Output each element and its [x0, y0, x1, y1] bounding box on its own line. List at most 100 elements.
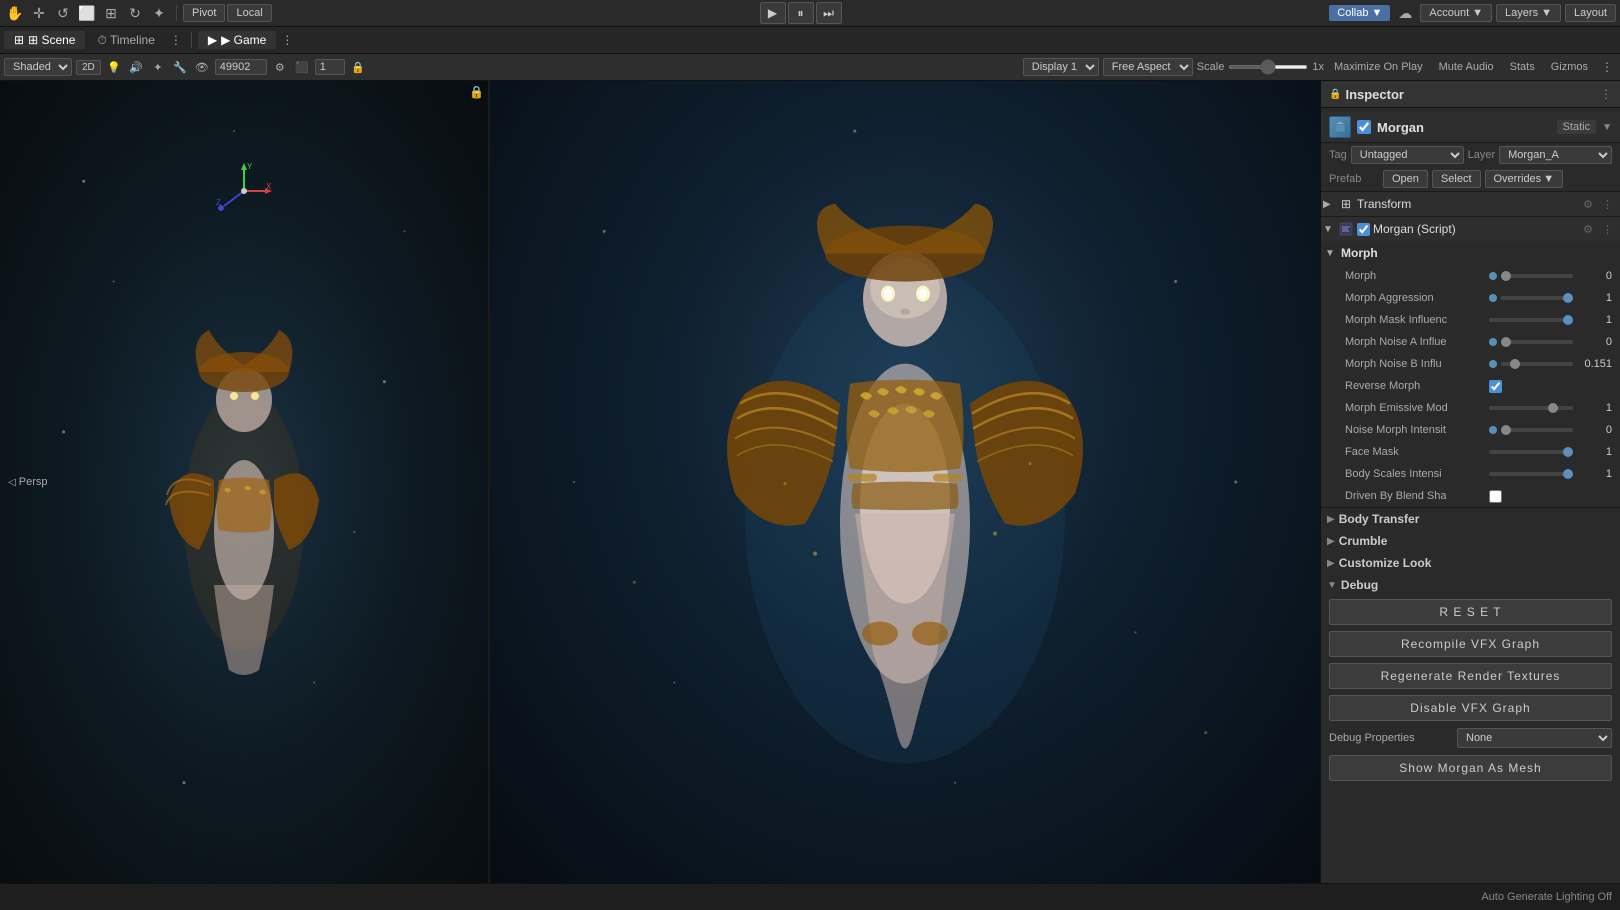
- prop-dot-1: [1489, 294, 1497, 302]
- script-active-checkbox[interactable]: [1357, 223, 1370, 236]
- prop-row-6: Morph Emissive Mod1: [1321, 397, 1620, 419]
- morph-section-header[interactable]: ▼ Morph: [1321, 241, 1620, 265]
- prefab-select-button[interactable]: Select: [1432, 170, 1481, 188]
- display-select[interactable]: Display 1: [1023, 58, 1099, 76]
- move-tool-icon[interactable]: ✛: [28, 2, 50, 24]
- prop-slider-container-0: [1489, 272, 1573, 280]
- prop-slider-0[interactable]: [1501, 274, 1573, 278]
- prefab-open-button[interactable]: Open: [1383, 170, 1428, 188]
- prop-label-6: Morph Emissive Mod: [1345, 402, 1485, 414]
- recompile-button[interactable]: Recompile VFX Graph: [1329, 631, 1612, 657]
- rect-tool-icon[interactable]: ⬜: [76, 2, 98, 24]
- transform-settings-icon[interactable]: ⚙: [1580, 197, 1596, 212]
- game-canvas: [490, 81, 1320, 883]
- layer-select[interactable]: Morgan_A: [1499, 146, 1612, 164]
- local-label: Local: [236, 7, 262, 19]
- scene-tools-icon[interactable]: 🔧: [171, 58, 189, 76]
- prop-slider-3[interactable]: [1501, 340, 1573, 344]
- pivot-button[interactable]: Pivot: [183, 4, 225, 22]
- debug-section[interactable]: ▼ Debug: [1321, 574, 1620, 596]
- scale-tool-icon[interactable]: ⊞: [100, 2, 122, 24]
- prop-row-3: Morph Noise A Influe0: [1321, 331, 1620, 353]
- aspect-select[interactable]: Free Aspect: [1103, 58, 1193, 76]
- overrides-button[interactable]: Overrides ▼: [1485, 170, 1564, 188]
- prop-slider-4[interactable]: [1501, 362, 1573, 366]
- prop-label-2: Morph Mask Influenc: [1345, 314, 1485, 326]
- body-transfer-arrow: ▶: [1327, 514, 1335, 525]
- prop-value-0: 0: [1577, 270, 1612, 282]
- prop-checkbox-5[interactable]: [1489, 380, 1502, 393]
- stats-button[interactable]: Stats: [1504, 60, 1541, 74]
- shaded-select[interactable]: Shaded: [4, 58, 72, 76]
- show-morgan-button[interactable]: Show Morgan As Mesh: [1329, 755, 1612, 781]
- layers-label: Layers: [1505, 7, 1538, 19]
- prop-label-10: Driven By Blend Sha: [1345, 490, 1485, 502]
- script-settings-icon[interactable]: ⚙: [1580, 222, 1596, 237]
- account-button[interactable]: Account ▼: [1420, 4, 1492, 22]
- prop-slider-1[interactable]: [1501, 296, 1573, 300]
- scale-slider[interactable]: [1228, 65, 1308, 69]
- collab-button[interactable]: Collab ▼: [1329, 5, 1390, 21]
- layout-button[interactable]: Layout: [1565, 4, 1616, 22]
- debug-properties-row: Debug Properties None: [1321, 724, 1620, 752]
- reset-button[interactable]: R E S E T: [1329, 599, 1612, 625]
- game-tab[interactable]: ▶ ▶ Game: [198, 31, 276, 49]
- inspector-menu-icon[interactable]: ⋮: [1600, 87, 1612, 101]
- body-transfer-section[interactable]: ▶ Body Transfer: [1321, 508, 1620, 530]
- timeline-tab[interactable]: ⏱ Timeline: [87, 31, 164, 50]
- static-chevron[interactable]: ▼: [1602, 122, 1612, 133]
- refresh-icon[interactable]: ↺: [52, 2, 74, 24]
- transform-more-icon[interactable]: ⋮: [1599, 197, 1616, 212]
- script-more-icon[interactable]: ⋮: [1599, 222, 1616, 237]
- scene-viewport[interactable]: Y X Z: [0, 81, 490, 883]
- prop-slider-8[interactable]: [1489, 450, 1573, 454]
- step-button[interactable]: ⏭: [816, 2, 842, 24]
- count-field[interactable]: [215, 59, 267, 75]
- combined-tool-icon[interactable]: ✦: [148, 2, 170, 24]
- gizmos-button[interactable]: Gizmos: [1545, 60, 1594, 74]
- game-more-button[interactable]: ⋮: [278, 31, 296, 49]
- scene-more-button[interactable]: ⋮: [167, 31, 185, 49]
- tag-select[interactable]: Untagged: [1351, 146, 1464, 164]
- fx-icon[interactable]: ✦: [149, 58, 167, 76]
- scene-tab[interactable]: ⊞ ⊞ Scene: [4, 31, 85, 49]
- toolbar-more[interactable]: ⋮: [1598, 58, 1616, 76]
- step-icon[interactable]: ⬛: [293, 58, 311, 76]
- crumble-section[interactable]: ▶ Crumble: [1321, 530, 1620, 552]
- 2d-button[interactable]: 2D: [76, 60, 101, 75]
- transform-header[interactable]: ▶ ⊞ Transform ⚙ ⋮: [1321, 192, 1620, 216]
- prop-checkbox-10[interactable]: [1489, 490, 1502, 503]
- local-button[interactable]: Local: [227, 4, 271, 22]
- prop-slider-2[interactable]: [1489, 318, 1573, 322]
- pause-button[interactable]: ⏸: [788, 2, 814, 24]
- cloud-icon[interactable]: ☁: [1394, 2, 1416, 24]
- prop-slider-7[interactable]: [1501, 428, 1573, 432]
- object-active-checkbox[interactable]: [1357, 120, 1371, 134]
- crumble-label: Crumble: [1339, 534, 1388, 548]
- hand-tool-icon[interactable]: ✋: [4, 2, 26, 24]
- step-field[interactable]: [315, 59, 345, 75]
- layers-button[interactable]: Layers ▼: [1496, 4, 1561, 22]
- play-controls: ▶ ⏸ ⏭: [760, 2, 842, 24]
- regenerate-button[interactable]: Regenerate Render Textures: [1329, 663, 1612, 689]
- script-section: ▼ Morgan (Script) ⚙ ⋮: [1321, 217, 1620, 508]
- script-header[interactable]: ▼ Morgan (Script) ⚙ ⋮: [1321, 217, 1620, 241]
- customize-look-section[interactable]: ▶ Customize Look: [1321, 552, 1620, 574]
- audio-icon[interactable]: 🔊: [127, 58, 145, 76]
- game-viewport[interactable]: [490, 81, 1320, 883]
- play-button[interactable]: ▶: [760, 2, 786, 24]
- main-content: Y X Z: [0, 81, 1620, 883]
- debug-prop-select[interactable]: None: [1457, 728, 1612, 748]
- settings-icon[interactable]: ⚙: [271, 58, 289, 76]
- prop-slider-6[interactable]: [1489, 406, 1573, 410]
- prop-slider-9[interactable]: [1489, 472, 1573, 476]
- lock-icon[interactable]: 🔒: [349, 58, 367, 76]
- viewport-lock-icon[interactable]: 🔒: [469, 85, 484, 99]
- prop-label-1: Morph Aggression: [1345, 292, 1485, 304]
- light-icon[interactable]: 💡: [105, 58, 123, 76]
- maximize-button[interactable]: Maximize On Play: [1328, 60, 1429, 74]
- hidden-icon[interactable]: 👁: [193, 58, 211, 76]
- rotate-tool-icon[interactable]: ↻: [124, 2, 146, 24]
- mute-button[interactable]: Mute Audio: [1433, 60, 1500, 74]
- disable-vfx-button[interactable]: Disable VFX Graph: [1329, 695, 1612, 721]
